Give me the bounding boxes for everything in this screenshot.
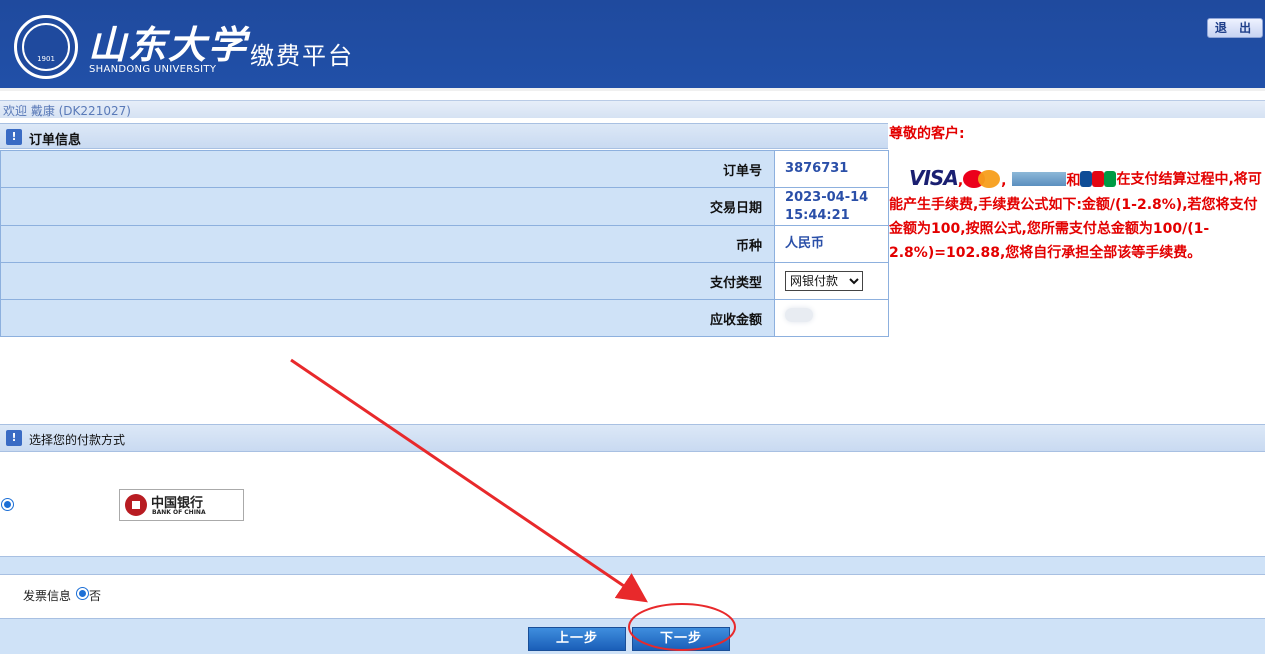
- order-info-title: 订单信息: [29, 133, 82, 148]
- invoice-no-radio[interactable]: [76, 587, 89, 600]
- mastercard-logo-icon: [963, 170, 1001, 188]
- pay-type-label: 支付类型: [0, 262, 776, 300]
- info-icon: !: [6, 430, 22, 446]
- table-row: 支付类型 网银付款: [0, 262, 889, 300]
- table-row: 币种 人民币: [0, 225, 889, 263]
- divider-band: [0, 556, 1265, 575]
- card-logos: VISA,, 和: [889, 166, 1117, 193]
- currency-value: 人民币: [774, 225, 889, 263]
- visa-logo-icon: VISA: [909, 166, 959, 190]
- amount-due-value: [774, 299, 889, 337]
- order-info-table: 订单号 3876731 交易日期 2023-04-14 15:44:21 币种 …: [0, 150, 889, 337]
- amount-due-label: 应收金额: [0, 299, 776, 337]
- fee-notice: 尊敬的客户: VISA,, 和 在支付结算过程中,将可能产生手续费,手续费公式如下…: [889, 122, 1265, 265]
- seal-year: 1901: [37, 55, 55, 63]
- pay-type-cell: 网银付款: [774, 262, 889, 300]
- order-number-value: 3876731: [774, 150, 889, 188]
- blurred-amount: [785, 308, 814, 322]
- welcome-bar: [0, 100, 1265, 118]
- order-number-label: 订单号: [0, 150, 776, 188]
- welcome-text: 欢迎 戴康 (DK221027): [3, 104, 131, 118]
- header-spacer: [0, 91, 1265, 99]
- separator: ,: [1001, 173, 1007, 189]
- bank-of-china-logo[interactable]: 中国银行 BANK OF CHINA: [119, 489, 244, 521]
- info-icon: !: [6, 129, 22, 145]
- header-bar: 1901 山东大学 SHANDONG UNIVERSITY 缴费平台 退 出: [0, 0, 1265, 88]
- bank-name-en: BANK OF CHINA: [152, 509, 206, 516]
- conjunction: 和: [1066, 173, 1081, 189]
- seal-inner-ring: [22, 23, 70, 71]
- trade-date-value: 2023-04-14 15:44:21: [774, 187, 889, 226]
- invoice-label: 发票信息: [23, 589, 72, 603]
- site-title: 缴费平台: [250, 42, 354, 70]
- university-seal-logo: 1901: [14, 15, 78, 79]
- bank-of-china-radio[interactable]: [1, 498, 14, 511]
- currency-label: 币种: [0, 225, 776, 263]
- table-row: 交易日期 2023-04-14 15:44:21: [0, 187, 889, 226]
- logout-button[interactable]: 退 出: [1207, 18, 1263, 38]
- order-info-header: ! 订单信息: [0, 123, 888, 149]
- previous-step-button[interactable]: 上一步: [528, 627, 626, 651]
- pay-type-select[interactable]: 网银付款: [785, 271, 864, 291]
- notice-greeting: 尊敬的客户:: [889, 126, 965, 142]
- table-row: 应收金额: [0, 299, 889, 337]
- jcb-logo-icon: [1080, 171, 1117, 187]
- amex-logo-icon: [1012, 172, 1067, 186]
- university-name-cn: 山东大学: [88, 22, 249, 67]
- table-row: 订单号 3876731: [0, 150, 889, 188]
- boc-mark-icon: [125, 494, 147, 516]
- invoice-no-label: 否: [89, 589, 102, 603]
- university-name-en: SHANDONG UNIVERSITY: [89, 64, 217, 75]
- trade-date-label: 交易日期: [0, 187, 776, 226]
- payment-method-header: ! 选择您的付款方式: [0, 424, 1265, 452]
- payment-method-title: 选择您的付款方式: [29, 433, 126, 447]
- next-step-button[interactable]: 下一步: [632, 627, 730, 651]
